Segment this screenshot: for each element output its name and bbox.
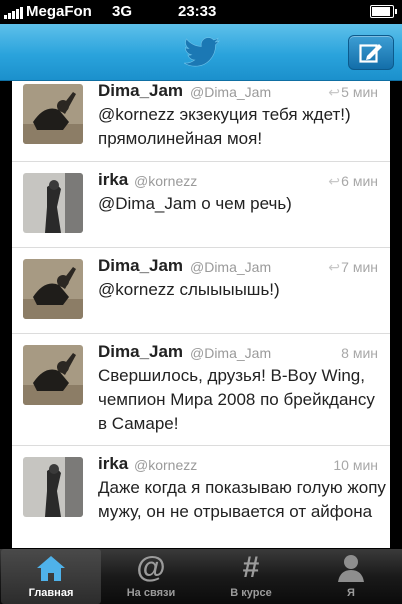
tweet-time: 5 мин <box>341 84 378 100</box>
tab-bar: Главная @ На связи # В курсе Я <box>0 549 402 604</box>
compose-button[interactable] <box>348 35 394 70</box>
tab-discover[interactable]: # В курсе <box>201 549 301 604</box>
tweet-text: @kornezz слыыыышь!) <box>98 280 280 299</box>
tab-connect[interactable]: @ На связи <box>101 549 201 604</box>
avatar[interactable] <box>23 457 83 517</box>
hashtag-icon: # <box>242 551 260 584</box>
tweet-handle: @kornezz <box>134 173 198 189</box>
tweet-item[interactable]: Dima_Jam @Dima_Jam 8 мин Свершилось, дру… <box>12 333 390 446</box>
tweet-text: Свершилось, друзья! B-Boy Wing, чемпион … <box>98 366 375 433</box>
tab-label: В курсе <box>230 587 272 599</box>
timeline[interactable]: Dima_Jam @Dima_Jam ↩ 5 мин @kornezz экзе… <box>12 81 390 548</box>
tab-label: Главная <box>28 587 74 599</box>
tweet-handle: @kornezz <box>134 457 198 473</box>
reply-icon: ↩ <box>328 259 340 275</box>
tweet-item[interactable]: irka @kornezz 10 мин Даже когда я показы… <box>12 445 390 548</box>
tweet-time: 7 мин <box>341 259 378 275</box>
tweet-text: @kornezz экзекуция тебя ждет!) прямолине… <box>98 105 351 148</box>
tweet-time: 6 мин <box>341 173 378 189</box>
tweet-time: 8 мин <box>341 345 378 361</box>
tweet-item[interactable]: Dima_Jam @Dima_Jam ↩ 7 мин @kornezz слыы… <box>12 247 390 334</box>
avatar[interactable] <box>23 173 83 233</box>
avatar[interactable] <box>23 84 83 144</box>
tweet-handle: @Dima_Jam <box>190 84 272 100</box>
home-icon <box>1 553 101 583</box>
battery-icon <box>370 5 397 18</box>
tab-home[interactable]: Главная <box>1 549 101 604</box>
tweet-author[interactable]: Dima_Jam <box>98 256 183 276</box>
tweet-text: Даже когда я показываю голую жопу мужу, … <box>98 478 386 521</box>
tab-label: На связи <box>126 587 176 599</box>
tweet-handle: @Dima_Jam <box>190 259 272 275</box>
status-bar: MegaFon 3G 23:33 <box>0 0 402 24</box>
tweet-author[interactable]: irka <box>98 454 128 474</box>
tweet-text: @Dima_Jam о чем речь) <box>98 194 292 213</box>
reply-icon: ↩ <box>328 84 340 100</box>
tweet-item[interactable]: Dima_Jam @Dima_Jam ↩ 5 мин @kornezz экзе… <box>12 81 390 162</box>
reply-icon: ↩ <box>328 173 340 189</box>
navigation-bar <box>0 24 402 81</box>
twitter-bird-icon <box>184 37 220 67</box>
tweet-author[interactable]: Dima_Jam <box>98 81 183 101</box>
avatar[interactable] <box>23 259 83 319</box>
tweet-time: 10 мин <box>333 457 378 473</box>
clock: 23:33 <box>178 3 217 20</box>
avatar[interactable] <box>23 345 83 405</box>
network-type: 3G <box>112 3 133 20</box>
at-icon: @ <box>136 551 166 584</box>
tweet-author[interactable]: Dima_Jam <box>98 342 183 362</box>
compose-icon <box>359 44 382 63</box>
tweet-item[interactable]: irka @kornezz ↩ 6 мин @Dima_Jam о чем ре… <box>12 161 390 248</box>
profile-icon <box>301 553 401 583</box>
tab-me[interactable]: Я <box>301 549 401 604</box>
tab-label: Я <box>347 587 355 599</box>
carrier-name: MegaFon <box>26 3 92 20</box>
tweet-handle: @Dima_Jam <box>190 345 272 361</box>
tweet-author[interactable]: irka <box>98 170 128 190</box>
